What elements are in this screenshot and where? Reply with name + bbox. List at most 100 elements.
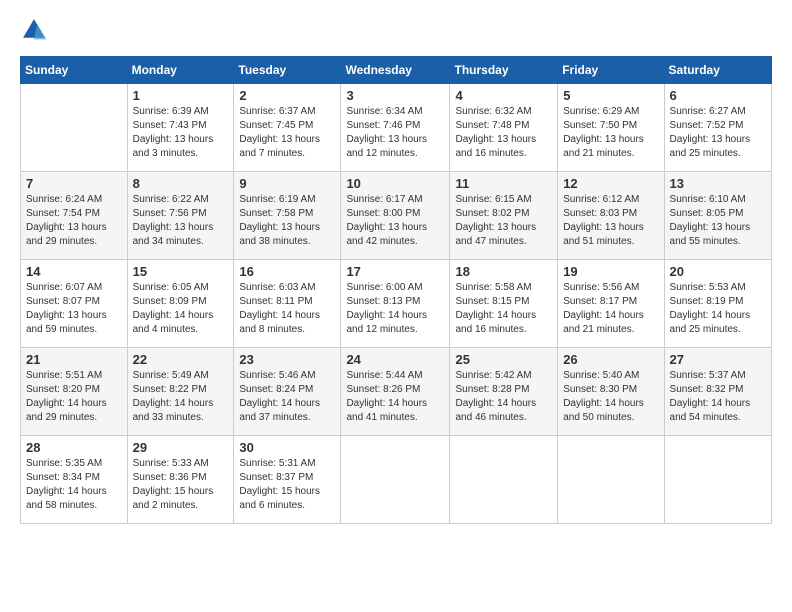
day-number: 11 <box>455 176 552 191</box>
logo <box>20 16 50 44</box>
table-row: 5 Sunrise: 6:29 AMSunset: 7:50 PMDaylight… <box>558 84 664 172</box>
day-info: Sunrise: 5:51 AMSunset: 8:20 PMDaylight:… <box>26 369 122 425</box>
table-row <box>558 436 664 524</box>
day-number: 1 <box>133 88 229 103</box>
day-number: 12 <box>563 176 658 191</box>
day-number: 29 <box>133 440 229 455</box>
table-row: 23Sunrise: 5:46 AMSunset: 8:24 PMDayligh… <box>234 348 341 436</box>
day-info: Sunrise: 5:44 AMSunset: 8:26 PMDaylight:… <box>346 369 444 425</box>
day-info: Sunrise: 5:37 AMSunset: 8:32 PMDaylight:… <box>670 369 766 425</box>
day-info: Sunrise: 5:42 AMSunset: 8:28 PMDaylight:… <box>455 369 552 425</box>
table-row: 10 Sunrise: 6:17 AMSunset: 8:00 PMDayligh… <box>341 172 450 260</box>
day-number: 7 <box>26 176 122 191</box>
day-number: 13 <box>670 176 766 191</box>
table-row: 2 Sunrise: 6:37 AMSunset: 7:45 PMDaylight… <box>234 84 341 172</box>
table-row: 3 Sunrise: 6:34 AMSunset: 7:46 PMDaylight… <box>341 84 450 172</box>
day-number: 27 <box>670 352 766 367</box>
table-row: 28 Sunrise: 5:35 AMSunset: 8:34 PMDayligh… <box>21 436 128 524</box>
header-sunday: Sunday <box>21 57 128 84</box>
day-info: Sunrise: 6:17 AMSunset: 8:00 PMDaylight:… <box>346 193 444 249</box>
table-row: 25 Sunrise: 5:42 AMSunset: 8:28 PMDayligh… <box>450 348 558 436</box>
day-info: Sunrise: 5:31 AMSunset: 8:37 PMDaylight:… <box>239 457 335 513</box>
header-wednesday: Wednesday <box>341 57 450 84</box>
table-row: 13 Sunrise: 6:10 AMSunset: 8:05 PMDayligh… <box>664 172 771 260</box>
table-row: 7 Sunrise: 6:24 AMSunset: 7:54 PMDaylight… <box>21 172 128 260</box>
day-info: Sunrise: 5:49 AMSunset: 8:22 PMDaylight:… <box>133 369 229 425</box>
weekday-header-row: Sunday Monday Tuesday Wednesday Thursday… <box>21 57 772 84</box>
header-friday: Friday <box>558 57 664 84</box>
day-info: Sunrise: 5:40 AMSunset: 8:30 PMDaylight:… <box>563 369 658 425</box>
table-row: 17 Sunrise: 6:00 AMSunset: 8:13 PMDayligh… <box>341 260 450 348</box>
day-info: Sunrise: 6:10 AMSunset: 8:05 PMDaylight:… <box>670 193 766 249</box>
day-number: 21 <box>26 352 122 367</box>
day-info: Sunrise: 6:15 AMSunset: 8:02 PMDaylight:… <box>455 193 552 249</box>
calendar-week-row: 7 Sunrise: 6:24 AMSunset: 7:54 PMDaylight… <box>21 172 772 260</box>
day-info: Sunrise: 6:22 AMSunset: 7:56 PMDaylight:… <box>133 193 229 249</box>
table-row: 9 Sunrise: 6:19 AMSunset: 7:58 PMDaylight… <box>234 172 341 260</box>
day-number: 5 <box>563 88 658 103</box>
table-row: 26Sunrise: 5:40 AMSunset: 8:30 PMDayligh… <box>558 348 664 436</box>
table-row: 6Sunrise: 6:27 AMSunset: 7:52 PMDaylight… <box>664 84 771 172</box>
day-info: Sunrise: 6:37 AMSunset: 7:45 PMDaylight:… <box>239 105 335 161</box>
table-row: 8 Sunrise: 6:22 AMSunset: 7:56 PMDaylight… <box>127 172 234 260</box>
table-row: 18Sunrise: 5:58 AMSunset: 8:15 PMDayligh… <box>450 260 558 348</box>
day-number: 8 <box>133 176 229 191</box>
day-info: Sunrise: 6:32 AMSunset: 7:48 PMDaylight:… <box>455 105 552 161</box>
day-info: Sunrise: 6:05 AMSunset: 8:09 PMDaylight:… <box>133 281 229 337</box>
calendar-table: Sunday Monday Tuesday Wednesday Thursday… <box>20 56 772 524</box>
day-number: 9 <box>239 176 335 191</box>
day-number: 28 <box>26 440 122 455</box>
day-number: 10 <box>346 176 444 191</box>
day-number: 20 <box>670 264 766 279</box>
day-info: Sunrise: 6:39 AMSunset: 7:43 PMDaylight:… <box>133 105 229 161</box>
day-info: Sunrise: 6:07 AMSunset: 8:07 PMDaylight:… <box>26 281 122 337</box>
day-info: Sunrise: 6:00 AMSunset: 8:13 PMDaylight:… <box>346 281 444 337</box>
table-row <box>341 436 450 524</box>
day-number: 22 <box>133 352 229 367</box>
day-number: 23 <box>239 352 335 367</box>
table-row: 22 Sunrise: 5:49 AMSunset: 8:22 PMDayligh… <box>127 348 234 436</box>
day-number: 3 <box>346 88 444 103</box>
table-row: 21 Sunrise: 5:51 AMSunset: 8:20 PMDayligh… <box>21 348 128 436</box>
table-row <box>664 436 771 524</box>
table-row: 24 Sunrise: 5:44 AMSunset: 8:26 PMDayligh… <box>341 348 450 436</box>
table-row: 30 Sunrise: 5:31 AMSunset: 8:37 PMDayligh… <box>234 436 341 524</box>
day-info: Sunrise: 6:24 AMSunset: 7:54 PMDaylight:… <box>26 193 122 249</box>
day-info: Sunrise: 6:03 AMSunset: 8:11 PMDaylight:… <box>239 281 335 337</box>
day-number: 25 <box>455 352 552 367</box>
calendar-week-row: 14 Sunrise: 6:07 AMSunset: 8:07 PMDayligh… <box>21 260 772 348</box>
table-row: 1 Sunrise: 6:39 AMSunset: 7:43 PMDaylight… <box>127 84 234 172</box>
day-number: 14 <box>26 264 122 279</box>
day-number: 16 <box>239 264 335 279</box>
table-row: 12 Sunrise: 6:12 AMSunset: 8:03 PMDayligh… <box>558 172 664 260</box>
day-info: Sunrise: 6:19 AMSunset: 7:58 PMDaylight:… <box>239 193 335 249</box>
day-info: Sunrise: 6:34 AMSunset: 7:46 PMDaylight:… <box>346 105 444 161</box>
table-row: 16 Sunrise: 6:03 AMSunset: 8:11 PMDayligh… <box>234 260 341 348</box>
table-row: 14 Sunrise: 6:07 AMSunset: 8:07 PMDayligh… <box>21 260 128 348</box>
day-number: 17 <box>346 264 444 279</box>
day-number: 4 <box>455 88 552 103</box>
header-tuesday: Tuesday <box>234 57 341 84</box>
day-info: Sunrise: 6:12 AMSunset: 8:03 PMDaylight:… <box>563 193 658 249</box>
page: Sunday Monday Tuesday Wednesday Thursday… <box>0 0 792 612</box>
calendar-week-row: 28 Sunrise: 5:35 AMSunset: 8:34 PMDayligh… <box>21 436 772 524</box>
day-number: 30 <box>239 440 335 455</box>
table-row: 29 Sunrise: 5:33 AMSunset: 8:36 PMDayligh… <box>127 436 234 524</box>
header-monday: Monday <box>127 57 234 84</box>
day-number: 15 <box>133 264 229 279</box>
header-saturday: Saturday <box>664 57 771 84</box>
table-row: 15 Sunrise: 6:05 AMSunset: 8:09 PMDayligh… <box>127 260 234 348</box>
day-number: 2 <box>239 88 335 103</box>
day-info: Sunrise: 5:35 AMSunset: 8:34 PMDaylight:… <box>26 457 122 513</box>
table-row <box>21 84 128 172</box>
table-row: 27 Sunrise: 5:37 AMSunset: 8:32 PMDayligh… <box>664 348 771 436</box>
calendar-week-row: 21 Sunrise: 5:51 AMSunset: 8:20 PMDayligh… <box>21 348 772 436</box>
day-info: Sunrise: 5:33 AMSunset: 8:36 PMDaylight:… <box>133 457 229 513</box>
day-info: Sunrise: 5:53 AMSunset: 8:19 PMDaylight:… <box>670 281 766 337</box>
logo-icon <box>20 16 48 44</box>
day-number: 24 <box>346 352 444 367</box>
day-info: Sunrise: 6:29 AMSunset: 7:50 PMDaylight:… <box>563 105 658 161</box>
day-info: Sunrise: 5:56 AMSunset: 8:17 PMDaylight:… <box>563 281 658 337</box>
table-row: 20 Sunrise: 5:53 AMSunset: 8:19 PMDayligh… <box>664 260 771 348</box>
table-row: 19Sunrise: 5:56 AMSunset: 8:17 PMDayligh… <box>558 260 664 348</box>
